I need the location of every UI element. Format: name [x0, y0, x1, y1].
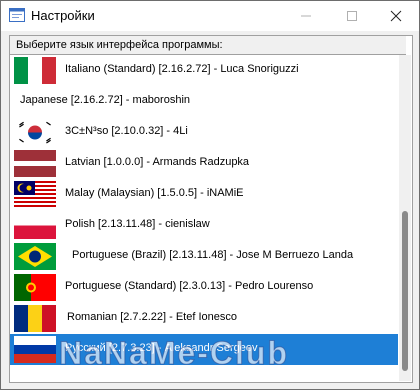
- vertical-scrollbar[interactable]: [399, 55, 411, 381]
- maximize-button[interactable]: [329, 1, 375, 31]
- language-listbox[interactable]: Выберите язык интерфейса программы: Ital…: [9, 35, 413, 383]
- language-item-label: Japanese [2.16.2.72] - maboroshin: [20, 94, 191, 106]
- minimize-button[interactable]: [283, 1, 329, 31]
- language-item-latvian[interactable]: Latvian [1.0.0.0] - Armands Radzupka: [10, 148, 398, 179]
- south-korea-flag-icon: [14, 119, 56, 146]
- malaysia-flag-icon: [14, 181, 56, 208]
- list-header: Выберите язык интерфейса программы:: [10, 36, 406, 55]
- language-item-japanese[interactable]: Japanese [2.16.2.72] - maboroshin: [10, 86, 398, 117]
- language-item-label: Latvian [1.0.0.0] - Armands Radzupka: [65, 156, 250, 168]
- close-button[interactable]: [373, 1, 419, 31]
- language-item-label: Portuguese (Brazil) [2.13.11.48] - Jose …: [72, 249, 354, 261]
- language-item-malay[interactable]: Malay (Malaysian) [1.5.0.5] - iNAMiE: [10, 179, 398, 210]
- language-item-korean[interactable]: 3C±N³so [2.10.0.32] - 4Li: [10, 117, 398, 148]
- language-item-label: Polish [2.13.11.48] - cienislaw: [65, 218, 210, 230]
- poland-flag-icon: [14, 212, 56, 239]
- language-list[interactable]: Italiano (Standard) [2.16.2.72] - Luca S…: [10, 55, 398, 381]
- russia-flag-icon: [14, 336, 56, 363]
- language-item-label: Italiano (Standard) [2.16.2.72] - Luca S…: [65, 63, 299, 75]
- language-item-polish[interactable]: Polish [2.13.11.48] - cienislaw: [10, 210, 398, 241]
- language-item-label: Portuguese (Standard) [2.3.0.13] - Pedro…: [65, 280, 314, 292]
- settings-window: Настройки Выберите язык интерфейса прогр…: [0, 0, 420, 390]
- language-item-portuguese-standard[interactable]: Portuguese (Standard) [2.3.0.13] - Pedro…: [10, 272, 398, 303]
- close-icon: [390, 10, 402, 22]
- latvia-flag-icon: [14, 150, 56, 177]
- language-item-romanian[interactable]: Romanian [2.7.2.22] - Etef Ionesco: [10, 303, 398, 334]
- app-icon: [9, 8, 25, 22]
- romania-flag-icon: [14, 305, 56, 332]
- language-item-label: 3C±N³so [2.10.0.32] - 4Li: [65, 125, 188, 137]
- italy-flag-icon: [14, 57, 56, 84]
- portugal-flag-icon: [14, 274, 56, 301]
- window-title: Настройки: [31, 8, 95, 23]
- language-item-portuguese-brazil[interactable]: Portuguese (Brazil) [2.13.11.48] - Jose …: [10, 241, 398, 272]
- language-item-italian[interactable]: Italiano (Standard) [2.16.2.72] - Luca S…: [10, 55, 398, 86]
- watermark: NaNaMe-Club: [58, 335, 290, 372]
- minimize-icon: [301, 15, 311, 17]
- scroll-thumb[interactable]: [402, 211, 408, 371]
- language-item-label: Malay (Malaysian) [1.5.0.5] - iNAMiE: [65, 187, 244, 199]
- language-item-label: Romanian [2.7.2.22] - Etef Ionesco: [67, 311, 237, 323]
- maximize-icon: [347, 11, 357, 21]
- brazil-flag-icon: [14, 243, 56, 270]
- title-bar[interactable]: Настройки: [1, 1, 419, 31]
